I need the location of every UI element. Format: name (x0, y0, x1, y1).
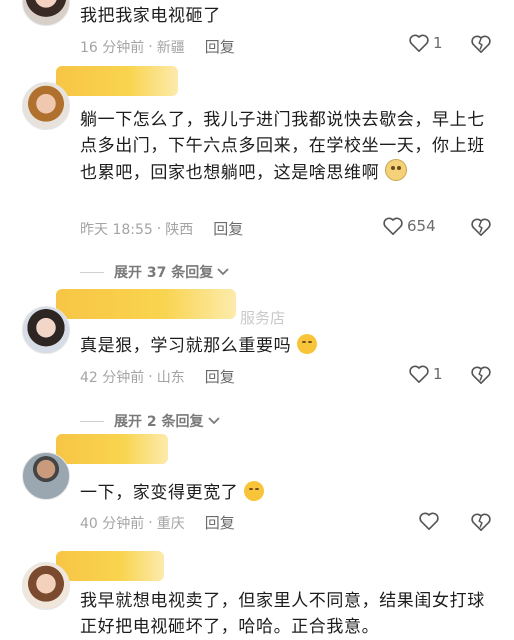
avatar[interactable] (22, 82, 70, 130)
like-count: 1 (433, 365, 443, 383)
heart-outline-icon (419, 512, 439, 530)
comment-text: 我早就想电视卖了，但家里人不同意，结果闺女打球正好把电视砸坏了，哈哈。正合我意。 (80, 591, 485, 637)
reply-button[interactable]: 回复 (205, 36, 235, 57)
comment-meta: 42 分钟前 · 山东 回复 (80, 366, 235, 387)
like-button[interactable]: 1 (408, 33, 443, 53)
reply-button[interactable]: 回复 (205, 512, 235, 533)
broken-heart-icon[interactable] (470, 365, 492, 385)
expand-replies-button[interactable]: 展开 2 条回复 (80, 411, 221, 431)
avatar[interactable] (22, 306, 70, 354)
heart-outline-icon (409, 365, 429, 383)
reply-button[interactable]: 回复 (213, 218, 243, 239)
redacted-username (56, 434, 168, 464)
laughing-emoji (244, 481, 265, 501)
comment-location: 新疆 (156, 39, 185, 56)
broken-heart-icon[interactable] (470, 512, 492, 532)
comment-meta: 昨天 18:55 · 陕西 回复 (80, 218, 244, 239)
broken-heart-icon[interactable] (470, 34, 492, 54)
heart-outline-icon (409, 34, 429, 52)
chevron-down-icon (207, 417, 220, 425)
comment-text: 真是狠，学习就那么重要吗 (80, 333, 490, 359)
comment-time: 16 分钟前 (80, 39, 145, 56)
username-fragment: 服务店 (240, 309, 286, 327)
comment-meta: 40 分钟前 · 重庆 回复 (80, 512, 235, 533)
redacted-username (56, 551, 164, 581)
like-button[interactable]: 654 (382, 216, 436, 236)
comment-time: 昨天 18:55 (80, 221, 153, 238)
redacted-username (56, 289, 236, 319)
like-button[interactable] (418, 511, 443, 531)
comment-location: 陕西 (165, 221, 194, 238)
comment-location: 重庆 (156, 515, 185, 532)
heart-outline-icon (383, 217, 403, 235)
like-button[interactable]: 1 (408, 364, 443, 384)
broken-heart-icon[interactable] (470, 217, 492, 237)
comment-location: 山东 (156, 369, 185, 386)
comment-time: 42 分钟前 (80, 369, 145, 386)
like-count: 654 (407, 217, 436, 235)
avatar[interactable] (22, 452, 70, 500)
comment-text: 一下，家变得更宽了 (80, 480, 490, 506)
comment-meta: 16 分钟前 · 新疆 回复 (80, 36, 235, 57)
chevron-down-icon (217, 268, 229, 276)
reply-button[interactable]: 回复 (205, 366, 235, 387)
dizzy-emoji (385, 159, 408, 181)
expand-replies-button[interactable]: 展开 37 条回复 (80, 262, 230, 282)
laughing-emoji (297, 334, 318, 354)
avatar[interactable] (22, 562, 70, 610)
avatar[interactable] (22, 0, 70, 26)
comment-text: 躺一下怎么了，我儿子进门我都说快去歇会，早上七点多出门，下午六点多回来，在学校坐… (80, 110, 485, 183)
comment-text: 我把我家电视砸了 (80, 6, 221, 26)
like-count: 1 (433, 34, 443, 52)
comment-time: 40 分钟前 (80, 515, 145, 532)
redacted-username (56, 66, 178, 96)
